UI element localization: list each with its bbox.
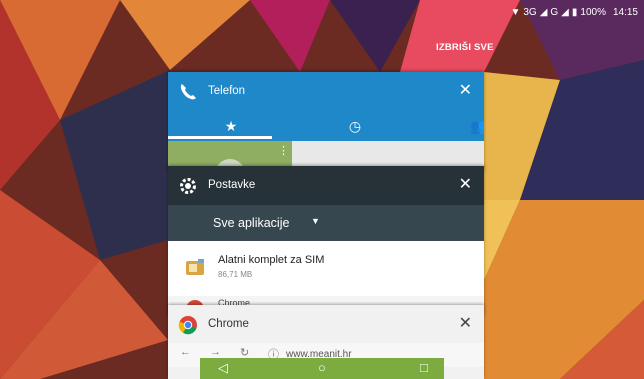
overflow-menu-icon[interactable]: ⋮ bbox=[278, 144, 289, 157]
card-header: Chrome ✕ bbox=[168, 305, 484, 343]
sim-toolkit-icon bbox=[186, 259, 204, 275]
people-icon[interactable]: 👥 bbox=[468, 115, 484, 137]
battery-percent: 100% bbox=[580, 7, 606, 18]
card-title: Chrome bbox=[208, 318, 249, 330]
app-size: 86,71 MB bbox=[218, 270, 253, 279]
close-icon[interactable]: ✕ bbox=[459, 175, 472, 195]
forward-arrow-icon[interactable]: → bbox=[210, 346, 221, 358]
recent-card-telefon[interactable]: Telefon ✕ ★ ◷ 👥 ⋮ bbox=[168, 72, 484, 172]
home-icon[interactable]: ○ bbox=[318, 360, 326, 376]
app-filter-dropdown[interactable]: Sve aplikacije bbox=[213, 216, 289, 230]
phone-icon bbox=[180, 84, 196, 100]
app-filter-bar: Sve aplikacije ▼ bbox=[168, 205, 484, 241]
back-icon[interactable]: ◁ bbox=[218, 360, 228, 376]
star-icon[interactable]: ★ bbox=[220, 115, 242, 137]
list-item[interactable]: Alatni komplet za SIM 86,71 MB bbox=[168, 241, 484, 296]
back-arrow-icon[interactable]: ← bbox=[180, 346, 191, 358]
close-icon[interactable]: ✕ bbox=[459, 81, 472, 101]
recents-icon[interactable]: □ bbox=[420, 360, 428, 376]
clock-time: 14:15 bbox=[612, 7, 638, 18]
status-bar: ▼ 3G ◢ G ◢ ▮ 100% 14:15 bbox=[0, 0, 644, 26]
card-title: Telefon bbox=[208, 85, 246, 97]
signal-icon: ◢ bbox=[539, 7, 548, 18]
app-name: Alatni komplet za SIM bbox=[218, 254, 325, 266]
clear-all-button[interactable]: IZBRIŠI SVE bbox=[436, 42, 494, 53]
dropdown-arrow-icon[interactable]: ▼ bbox=[311, 216, 320, 226]
network-3g-label: 3G bbox=[523, 7, 537, 18]
clock-icon[interactable]: ◷ bbox=[344, 115, 366, 137]
network-g-label: G bbox=[550, 7, 559, 18]
settings-icon bbox=[180, 178, 196, 194]
system-nav-bar: ◁ ○ □ bbox=[200, 358, 444, 379]
close-icon[interactable]: ✕ bbox=[459, 314, 472, 334]
signal-icon: ◢ bbox=[561, 7, 569, 18]
card-header: Postavke ✕ bbox=[168, 166, 484, 205]
recent-card-postavke[interactable]: Postavke ✕ Sve aplikacije ▼ Alatni kompl… bbox=[168, 166, 484, 316]
card-title: Postavke bbox=[208, 179, 256, 191]
chrome-icon bbox=[178, 316, 197, 335]
wifi-icon: ▼ bbox=[510, 7, 521, 18]
tab-indicator bbox=[168, 136, 272, 139]
card-header: Telefon ✕ bbox=[168, 72, 484, 111]
battery-icon: ▮ bbox=[571, 7, 578, 18]
